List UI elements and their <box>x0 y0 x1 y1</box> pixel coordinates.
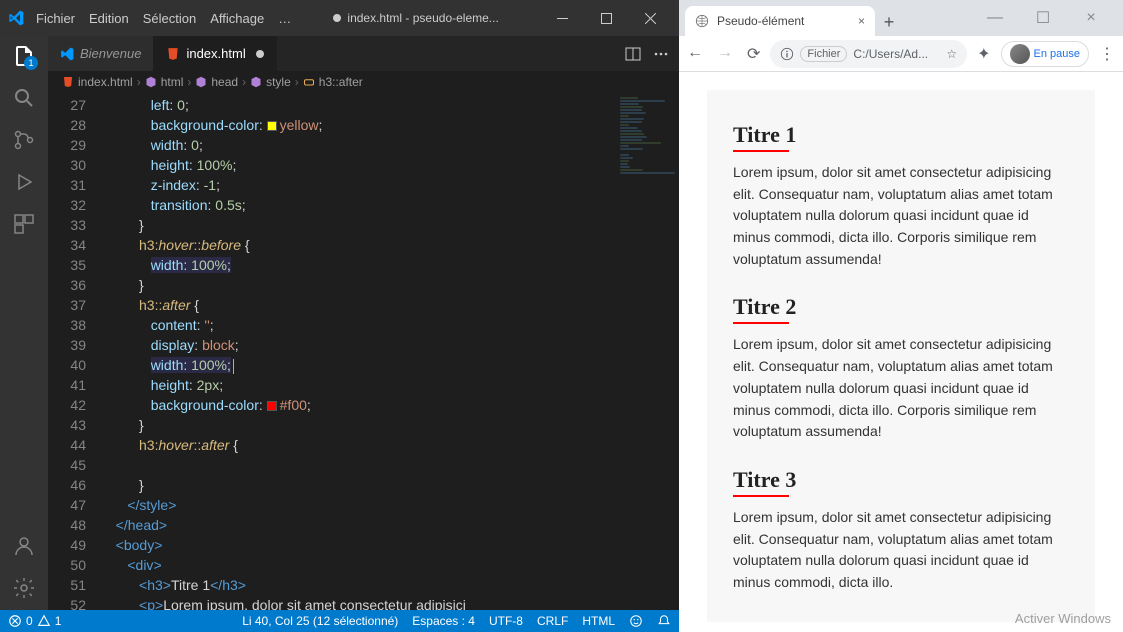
editor-tabs: Bienvenue index.html <box>48 36 679 71</box>
status-notifications-icon[interactable] <box>657 614 671 628</box>
pause-chip[interactable]: En pause <box>1001 41 1089 67</box>
browser-maximize-button[interactable]: ☐ <box>1023 6 1063 30</box>
page-paragraph: Lorem ipsum, dolor sit amet consectetur … <box>733 334 1069 442</box>
browser-window: Pseudo-élément × + — ☐ × ← → ⟳ Fichier C… <box>679 0 1123 632</box>
back-button[interactable]: ← <box>687 44 703 64</box>
tab-label: index.html <box>186 46 245 61</box>
modified-dot-icon <box>333 14 341 22</box>
page-heading: Titre 2 <box>733 294 796 320</box>
status-bar: 0 1 Li 40, Col 25 (12 sélectionné) Espac… <box>0 610 679 632</box>
address-bar[interactable]: Fichier C:/Users/Ad... ☆ <box>770 40 967 68</box>
symbol-icon <box>303 76 315 88</box>
vscode-titlebar: Fichier Edition Sélection Affichage … in… <box>0 0 679 36</box>
menu-selection[interactable]: Sélection <box>143 11 196 26</box>
tab-bienvenue[interactable]: Bienvenue <box>48 36 154 71</box>
minimap[interactable] <box>615 93 679 610</box>
activate-windows-watermark: Activer Windows <box>1015 611 1111 626</box>
extensions-icon[interactable]: ✦ <box>977 44 990 64</box>
page-heading: Titre 1 <box>733 122 796 148</box>
menu-affichage[interactable]: Affichage <box>210 11 264 26</box>
close-button[interactable] <box>629 3 671 33</box>
page-paragraph: Lorem ipsum, dolor sit amet consectetur … <box>733 162 1069 270</box>
explorer-badge: 1 <box>24 56 38 70</box>
modified-dot-icon <box>256 50 264 58</box>
breadcrumb-item[interactable]: head <box>211 75 238 89</box>
window-title-text: index.html - pseudo-eleme... <box>347 11 498 25</box>
html-file-icon <box>62 76 74 88</box>
tab-close-icon[interactable]: × <box>858 14 865 28</box>
warning-count: 1 <box>55 614 62 628</box>
window-controls <box>541 3 671 33</box>
window-title: index.html - pseudo-eleme... <box>291 11 541 25</box>
code-editor[interactable]: 2728293031323334353637383940414243444546… <box>48 93 679 610</box>
html-file-icon <box>166 47 180 61</box>
info-icon <box>780 47 794 61</box>
address-chip: Fichier <box>800 46 847 62</box>
page-paragraph: Lorem ipsum, dolor sit amet consectetur … <box>733 507 1069 594</box>
breadcrumb[interactable]: index.html › html › head › style › h3::a… <box>48 71 679 93</box>
browser-minimize-button[interactable]: — <box>975 6 1015 30</box>
menu-more[interactable]: … <box>278 11 291 26</box>
status-eol[interactable]: CRLF <box>537 614 568 628</box>
more-actions-icon[interactable] <box>653 46 669 62</box>
reload-button[interactable]: ⟳ <box>747 44 760 64</box>
symbol-icon <box>250 76 262 88</box>
symbol-icon <box>145 76 157 88</box>
line-numbers: 2728293031323334353637383940414243444546… <box>48 93 104 610</box>
vscode-body: 1 Bienvenue index.html <box>0 36 679 610</box>
breadcrumb-item[interactable]: index.html <box>78 75 133 89</box>
browser-viewport[interactable]: Titre 1 Lorem ipsum, dolor sit amet conse… <box>679 72 1123 632</box>
status-encoding[interactable]: UTF-8 <box>489 614 523 628</box>
account-icon[interactable] <box>12 534 36 558</box>
split-editor-icon[interactable] <box>625 46 641 62</box>
breadcrumb-item[interactable]: style <box>266 75 291 89</box>
status-language[interactable]: HTML <box>582 614 615 628</box>
error-count: 0 <box>26 614 33 628</box>
gear-icon[interactable] <box>12 576 36 600</box>
tab-label: Bienvenue <box>80 46 141 61</box>
menu-fichier[interactable]: Fichier <box>36 11 75 26</box>
code-content[interactable]: left: 0; background-color: yellow; width… <box>104 93 615 610</box>
explorer-icon[interactable]: 1 <box>12 44 36 68</box>
extensions-icon[interactable] <box>12 212 36 236</box>
menu-bar: Fichier Edition Sélection Affichage … <box>36 11 291 26</box>
maximize-button[interactable] <box>585 3 627 33</box>
forward-button[interactable]: → <box>717 44 733 64</box>
pause-label: En pause <box>1034 48 1080 60</box>
heading-underline <box>733 495 789 497</box>
vscode-window: Fichier Edition Sélection Affichage … in… <box>0 0 679 632</box>
search-icon[interactable] <box>12 86 36 110</box>
status-problems[interactable]: 0 1 <box>8 614 61 628</box>
menu-edition[interactable]: Edition <box>89 11 129 26</box>
heading-underline <box>733 150 789 152</box>
page-heading: Titre 3 <box>733 467 796 493</box>
vscode-tab-icon <box>60 47 74 61</box>
status-feedback-icon[interactable] <box>629 614 643 628</box>
source-control-icon[interactable] <box>12 128 36 152</box>
page-content: Titre 1 Lorem ipsum, dolor sit amet conse… <box>707 90 1095 622</box>
address-text: C:/Users/Ad... <box>853 47 928 61</box>
menu-icon[interactable]: ⋮ <box>1099 44 1115 64</box>
browser-tab-title: Pseudo-élément <box>717 14 804 28</box>
symbol-icon <box>195 76 207 88</box>
breadcrumb-item[interactable]: h3::after <box>319 75 363 89</box>
tab-index-html[interactable]: index.html <box>154 36 276 71</box>
star-icon[interactable]: ☆ <box>946 47 957 61</box>
browser-tab[interactable]: Pseudo-élément × <box>685 6 875 36</box>
activity-bar: 1 <box>0 36 48 610</box>
browser-close-button[interactable]: × <box>1071 6 1111 30</box>
minimize-button[interactable] <box>541 3 583 33</box>
status-spaces[interactable]: Espaces : 4 <box>412 614 475 628</box>
browser-toolbar: ← → ⟳ Fichier C:/Users/Ad... ☆ ✦ En paus… <box>679 36 1123 72</box>
new-tab-button[interactable]: + <box>875 8 903 36</box>
breadcrumb-item[interactable]: html <box>161 75 184 89</box>
status-cursor[interactable]: Li 40, Col 25 (12 sélectionné) <box>242 614 398 628</box>
vscode-logo-icon <box>8 10 24 26</box>
editor-area: Bienvenue index.html index.html › html ›… <box>48 36 679 610</box>
globe-icon <box>695 14 709 28</box>
heading-underline <box>733 322 789 324</box>
debug-icon[interactable] <box>12 170 36 194</box>
browser-tabstrip: Pseudo-élément × + — ☐ × <box>679 0 1123 36</box>
avatar-icon <box>1010 44 1030 64</box>
